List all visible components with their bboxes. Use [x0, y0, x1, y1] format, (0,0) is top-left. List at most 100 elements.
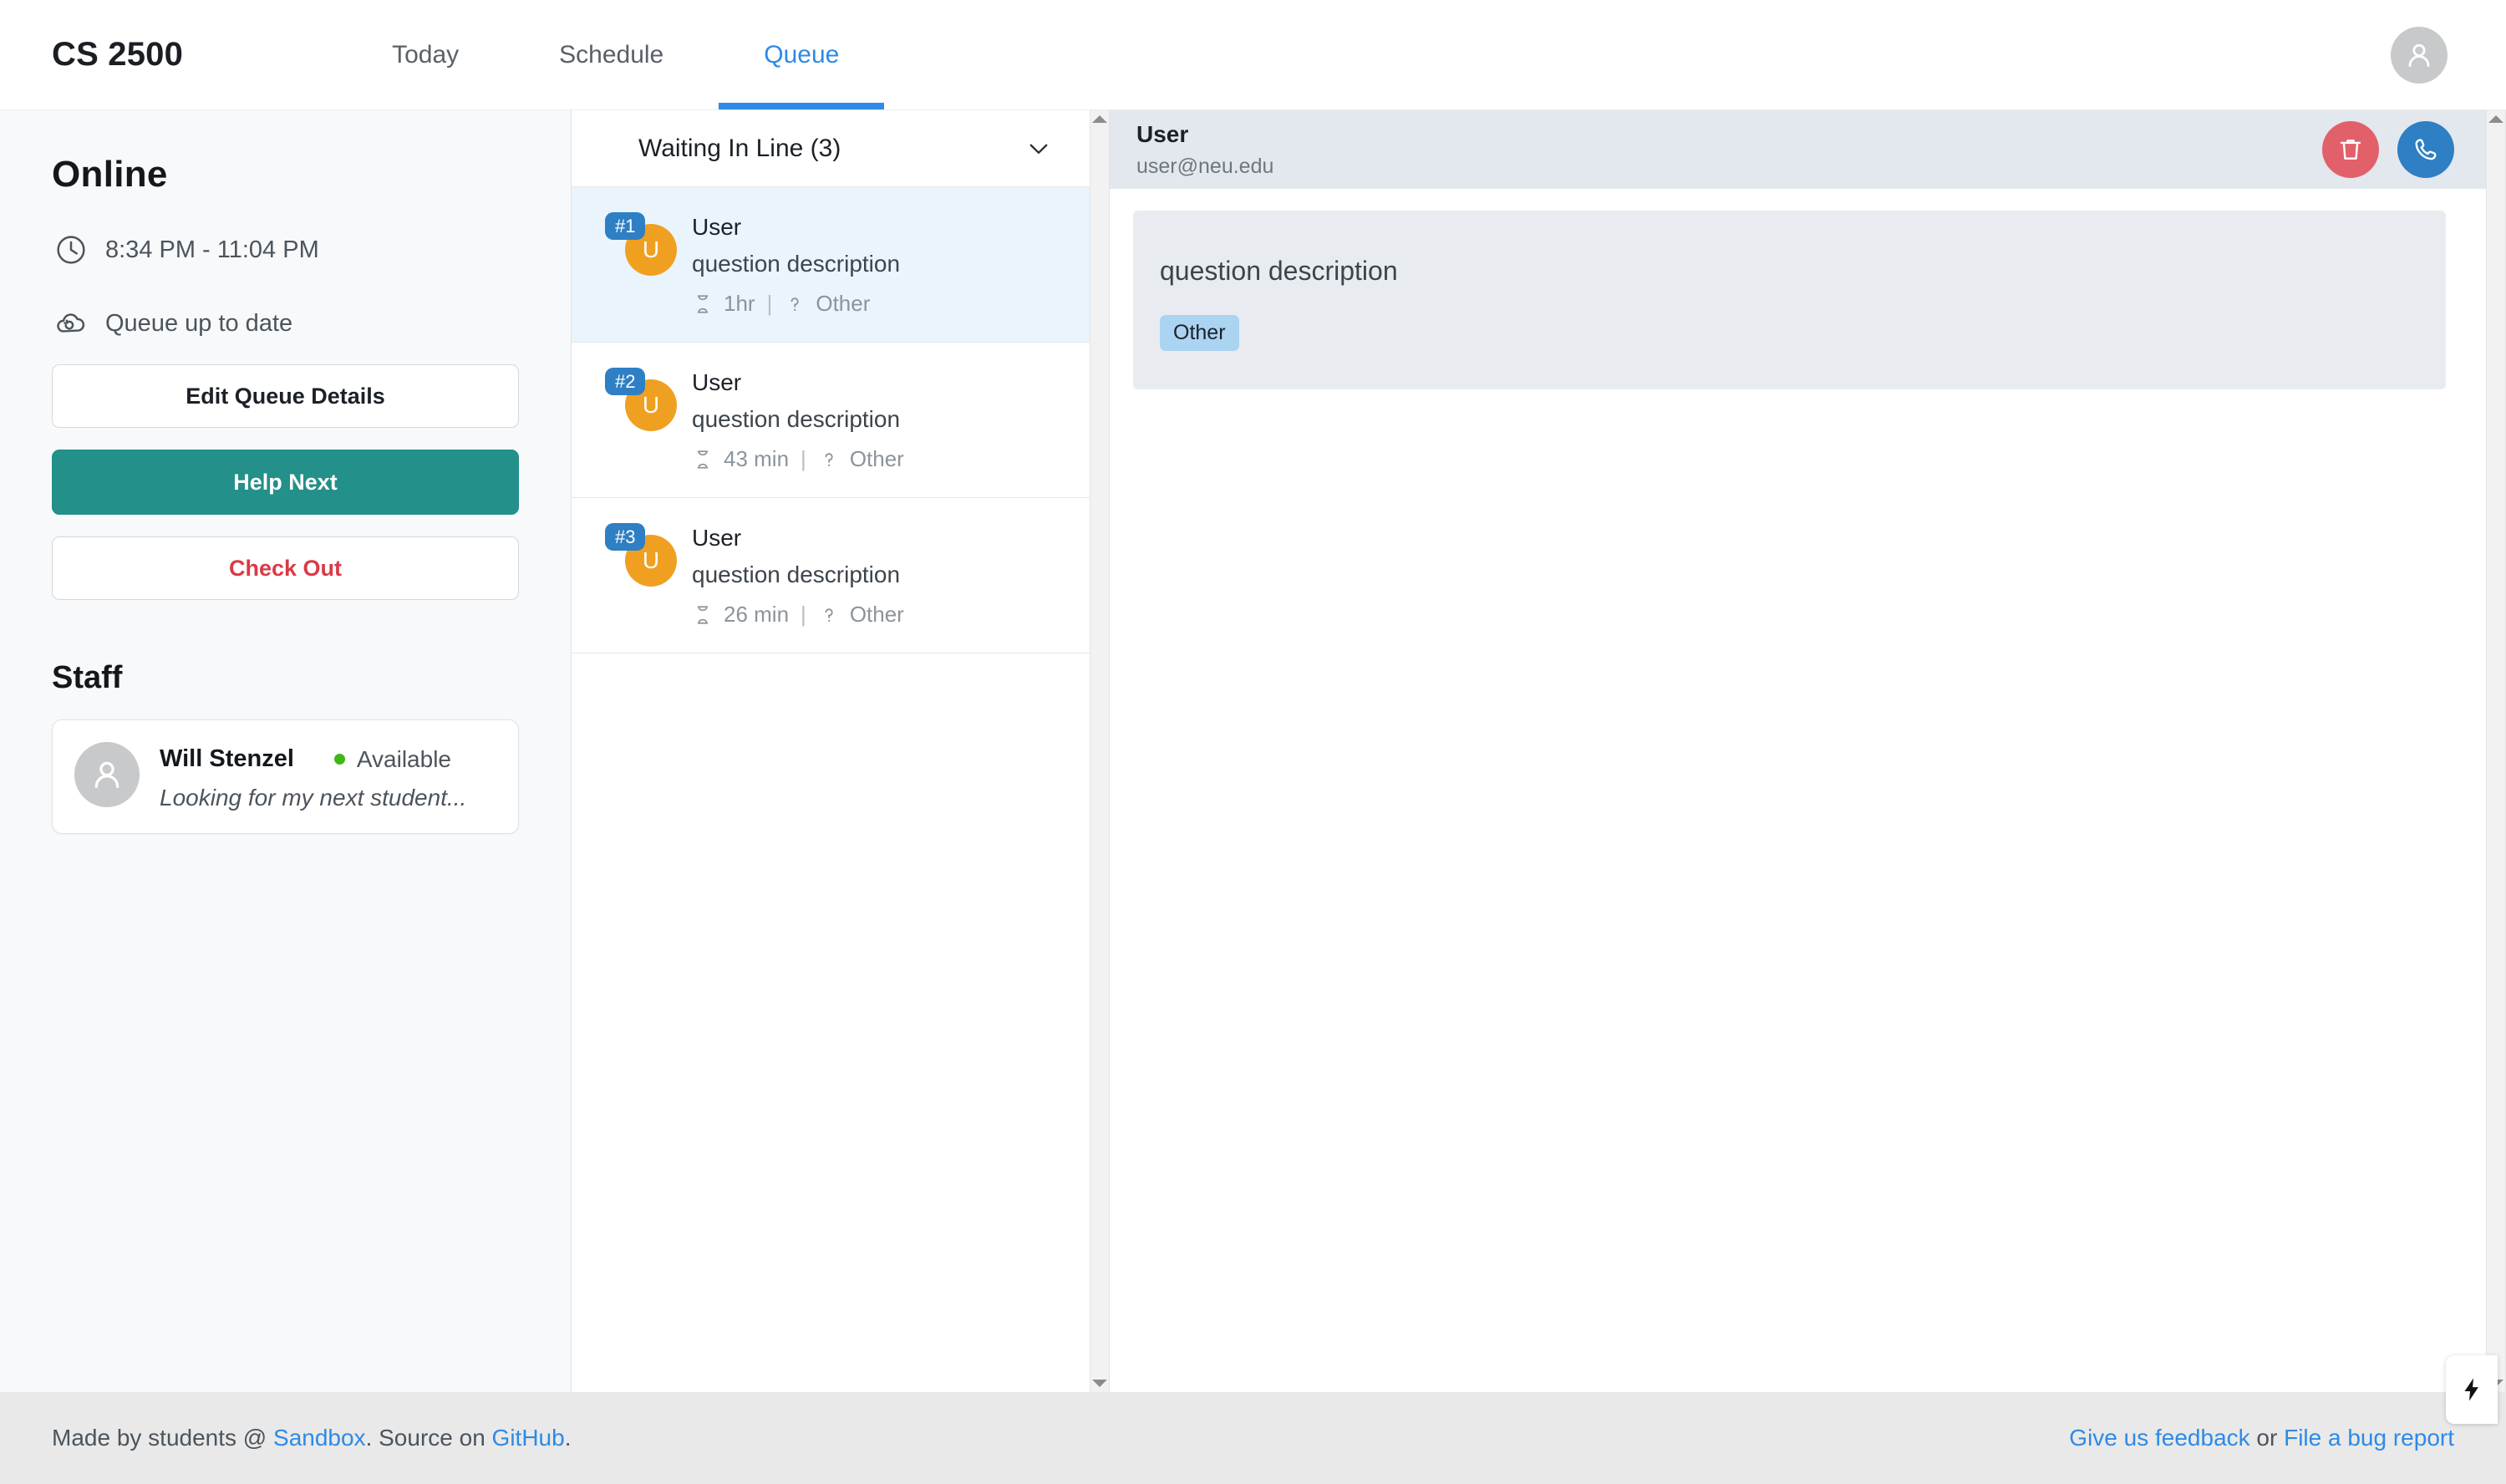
queue-item-separator: |: [801, 446, 806, 472]
person-icon: [2402, 38, 2436, 72]
brand-title: CS 2500: [52, 36, 183, 74]
queue-item-name: User: [692, 214, 900, 241]
detail-student-email: user@neu.edu: [1136, 155, 2304, 179]
queue-item-type: Other: [850, 446, 904, 472]
queue-hours-text: 8:34 PM - 11:04 PM: [105, 236, 319, 264]
person-icon: [88, 755, 126, 794]
tab-today[interactable]: Today: [342, 0, 509, 109]
queue-item-separator: |: [801, 602, 806, 628]
queue-item-description: question description: [692, 406, 904, 433]
queue-item-wait: 26 min: [724, 602, 789, 628]
status-dot-icon: [334, 754, 345, 765]
queue-status-title: Online: [52, 154, 519, 196]
queue-sync-row: Queue up to date: [52, 304, 519, 343]
queue-item-meta: 1hr | Other: [692, 291, 900, 317]
queue-item-avatar-wrap: #1 U: [605, 212, 680, 317]
scroll-down-arrow-icon[interactable]: [1092, 1380, 1107, 1387]
page-scrollbar[interactable]: [2486, 109, 2506, 1392]
phone-icon: [2411, 135, 2441, 165]
avatar: [74, 742, 140, 807]
give-feedback-link[interactable]: Give us feedback: [2069, 1425, 2249, 1451]
queue-group-label: Waiting In Line (3): [638, 135, 841, 163]
question-mark-icon: [784, 293, 806, 315]
queue-hours-row: 8:34 PM - 11:04 PM: [52, 231, 519, 269]
status-badge: Available: [357, 746, 451, 773]
queue-position-badge: #1: [605, 212, 645, 240]
staff-name: Will Stenzel: [160, 745, 294, 773]
queue-item-2[interactable]: #2 U User question description 4: [572, 343, 1090, 498]
question-mark-icon: [818, 604, 840, 626]
queue-item-body: User question description 43 min |: [692, 368, 904, 472]
nav-tabs: Today Schedule Queue: [342, 0, 889, 109]
question-mark-icon: [818, 449, 840, 470]
queue-item-type: Other: [816, 291, 870, 317]
top-navbar: CS 2500 Today Schedule Queue: [0, 0, 2506, 109]
queue-item-wait: 43 min: [724, 446, 789, 472]
call-student-button[interactable]: [2397, 121, 2454, 178]
staff-section-title: Staff: [52, 660, 519, 696]
queue-group-header[interactable]: Waiting In Line (3): [572, 110, 1090, 187]
staff-name-row: Will Stenzel Available: [160, 745, 466, 773]
check-out-button[interactable]: Check Out: [52, 536, 519, 600]
question-detail-panel: User user@neu.edu question description: [1110, 109, 2486, 1392]
app-root: CS 2500 Today Schedule Queue Online: [0, 0, 2506, 1484]
help-next-button[interactable]: Help Next: [52, 450, 519, 515]
detail-body: question description Other: [1110, 189, 2486, 1392]
queue-list-inner: Waiting In Line (3) #1 U User questio: [572, 110, 1090, 1392]
user-avatar-button[interactable]: [2391, 27, 2448, 84]
queue-item-separator: |: [767, 291, 773, 317]
footer-credit-prefix: Made by students @: [52, 1425, 273, 1451]
hourglass-icon: [692, 293, 714, 315]
question-card: question description Other: [1133, 211, 2446, 389]
sandbox-link[interactable]: Sandbox: [273, 1425, 366, 1451]
scroll-up-arrow-icon[interactable]: [1092, 115, 1107, 123]
queue-list-column: Waiting In Line (3) #1 U User questio: [572, 109, 1090, 1392]
tab-queue[interactable]: Queue: [714, 0, 889, 109]
queue-item-meta: 26 min | Other: [692, 602, 904, 628]
queue-sync-text: Queue up to date: [105, 310, 292, 338]
queue-item-type: Other: [850, 602, 904, 628]
edit-queue-details-button[interactable]: Edit Queue Details: [52, 364, 519, 428]
detail-header-text: User user@neu.edu: [1136, 121, 2304, 179]
footer-links: Give us feedback or File a bug report: [2069, 1425, 2454, 1451]
queue-item-avatar-wrap: #3 U: [605, 523, 680, 628]
queue-item-wait: 1hr: [724, 291, 755, 317]
queue-position-badge: #3: [605, 523, 645, 551]
hourglass-icon: [692, 449, 714, 470]
question-description-text: question description: [1160, 256, 2419, 287]
queue-item-name: User: [692, 525, 904, 551]
scroll-up-arrow-icon[interactable]: [2488, 115, 2503, 123]
footer: Made by students @ Sandbox. Source on Gi…: [0, 1392, 2506, 1484]
queue-list-scrollbar[interactable]: [1090, 109, 1110, 1392]
queue-position-badge: #2: [605, 368, 645, 395]
trash-icon: [2336, 135, 2366, 165]
delete-question-button[interactable]: [2322, 121, 2379, 178]
queue-item-avatar-wrap: #2 U: [605, 368, 680, 472]
hourglass-icon: [692, 604, 714, 626]
cloud-sync-icon: [52, 304, 90, 343]
clock-icon: [52, 231, 90, 269]
quick-action-fab[interactable]: [2446, 1355, 2498, 1424]
queue-item-1[interactable]: #1 U User question description 1: [572, 187, 1090, 343]
queue-item-meta: 43 min | Other: [692, 446, 904, 472]
staff-card[interactable]: Will Stenzel Available Looking for my ne…: [52, 719, 519, 834]
file-bug-report-link[interactable]: File a bug report: [2284, 1425, 2454, 1451]
footer-credits: Made by students @ Sandbox. Source on Gi…: [52, 1425, 571, 1451]
sidebar: Online 8:34 PM - 11:04 PM: [0, 109, 572, 1392]
detail-header: User user@neu.edu: [1110, 110, 2486, 189]
footer-credit-suffix: .: [565, 1425, 572, 1451]
queue-item-3[interactable]: #3 U User question description 2: [572, 498, 1090, 653]
queue-item-description: question description: [692, 562, 904, 588]
queue-item-name: User: [692, 369, 904, 396]
github-link[interactable]: GitHub: [492, 1425, 565, 1451]
staff-subtitle: Looking for my next student...: [160, 785, 466, 811]
question-type-tag: Other: [1160, 315, 1239, 351]
tab-schedule[interactable]: Schedule: [509, 0, 714, 109]
lightning-bolt-icon: [2458, 1375, 2486, 1404]
main-body: Online 8:34 PM - 11:04 PM: [0, 109, 2506, 1392]
queue-item-description: question description: [692, 251, 900, 277]
staff-info: Will Stenzel Available Looking for my ne…: [160, 742, 466, 811]
chevron-down-icon[interactable]: [1024, 135, 1053, 163]
footer-credit-middle: . Source on: [366, 1425, 492, 1451]
queue-item-body: User question description 1hr |: [692, 212, 900, 317]
